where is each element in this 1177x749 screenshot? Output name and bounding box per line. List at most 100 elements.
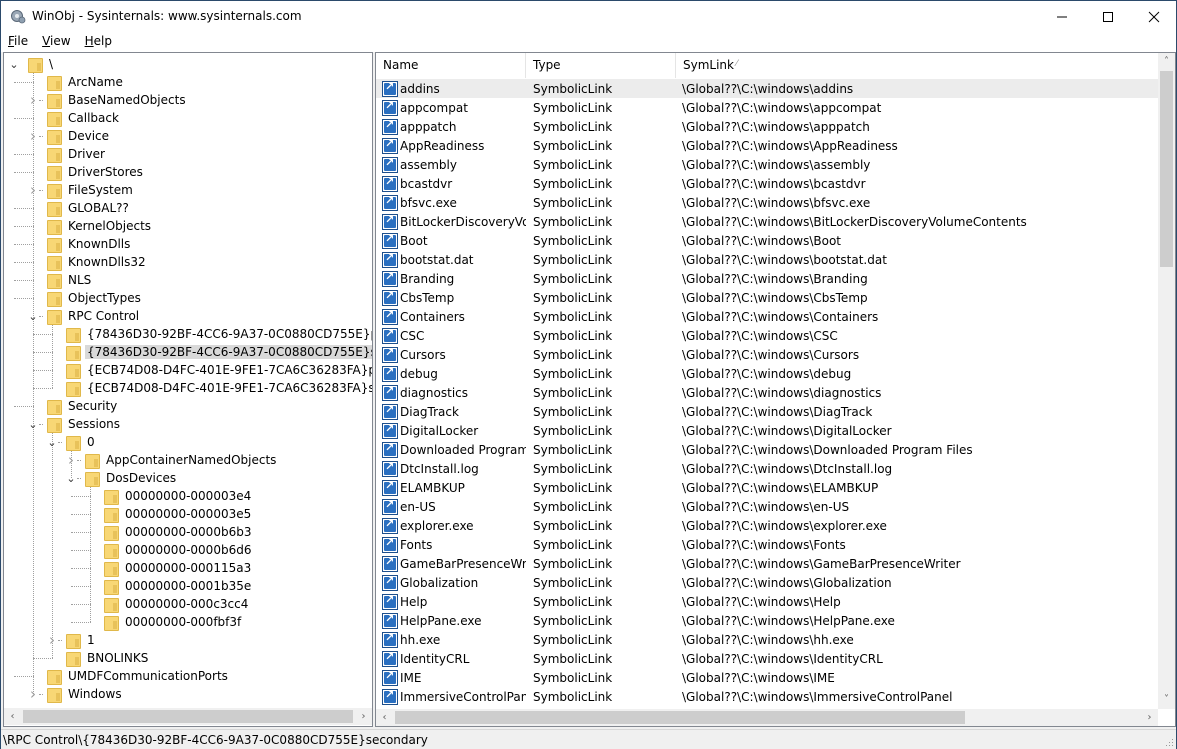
minimize-button[interactable] bbox=[1039, 1, 1085, 32]
column-header-name[interactable]: Name bbox=[376, 53, 526, 78]
chevron-down-icon[interactable]: ⌄ bbox=[27, 415, 39, 433]
list-row[interactable]: Globalization SymbolicLink \Global??\C:\wi… bbox=[376, 573, 1158, 592]
chevron-right-icon[interactable]: › bbox=[46, 631, 58, 649]
tree-node[interactable]: GLOBAL?? bbox=[27, 199, 131, 217]
chevron-down-icon[interactable]: ⌄ bbox=[65, 469, 77, 487]
chevron-right-icon[interactable]: › bbox=[27, 685, 39, 703]
list-row[interactable]: CbsTemp SymbolicLink \Global??\C:\windows\… bbox=[376, 288, 1158, 307]
list-horizontal-scrollbar[interactable]: ‹ › bbox=[376, 709, 1158, 726]
tree-node[interactable]: ArcName bbox=[27, 73, 125, 91]
tree-node[interactable]: {ECB74D08-D4FC-401E-9FE1-7CA6C36283FA}pr… bbox=[46, 361, 372, 379]
scroll-right-arrow-icon[interactable]: › bbox=[1141, 709, 1158, 726]
list-row[interactable]: Containers SymbolicLink \Global??\C:\windo… bbox=[376, 307, 1158, 326]
tree-node[interactable]: 00000000-0000b6b3 bbox=[84, 523, 253, 541]
menu-file[interactable]: File bbox=[1, 32, 35, 52]
tree-node[interactable]: {78436D30-92BF-4CC6-9A37-0C0880CD755E}pr… bbox=[46, 325, 372, 343]
list-row[interactable]: addins SymbolicLink \Global??\C:\windows\a… bbox=[376, 79, 1158, 98]
scroll-down-arrow-icon[interactable]: ˅ bbox=[1158, 691, 1175, 708]
tree-node[interactable]: › 1 bbox=[46, 631, 97, 649]
tree-node[interactable]: ⌄ DosDevices bbox=[65, 469, 178, 487]
list-row[interactable]: ELAMBKUP SymbolicLink \Global??\C:\windows… bbox=[376, 478, 1158, 497]
list-row[interactable]: Branding SymbolicLink \Global??\C:\windows… bbox=[376, 269, 1158, 288]
list-row[interactable]: ImmersiveControlPanel SymbolicLink \Global… bbox=[376, 687, 1158, 706]
tree-node[interactable]: Callback bbox=[27, 109, 121, 127]
chevron-right-icon[interactable]: › bbox=[27, 91, 39, 109]
tree-node[interactable]: 00000000-000115a3 bbox=[84, 559, 253, 577]
tree-node[interactable]: Security bbox=[27, 397, 119, 415]
chevron-down-icon[interactable]: ⌄ bbox=[8, 55, 20, 73]
tree-node[interactable]: › BaseNamedObjects bbox=[27, 91, 188, 109]
column-header-symlink[interactable]: SymLink ⁄ bbox=[676, 53, 1158, 78]
tree-node[interactable]: ⌄ \ bbox=[8, 55, 55, 73]
tree-node[interactable]: BNOLINKS bbox=[46, 649, 150, 667]
tree-node[interactable]: 00000000-0001b35e bbox=[84, 577, 253, 595]
tree-node[interactable]: 00000000-000003e5 bbox=[84, 505, 253, 523]
tree-node[interactable]: KernelObjects bbox=[27, 217, 153, 235]
tree-node[interactable]: 00000000-000003e4 bbox=[84, 487, 253, 505]
resize-grip-icon[interactable] bbox=[1164, 737, 1174, 747]
chevron-right-icon[interactable]: › bbox=[65, 451, 77, 469]
list-row[interactable]: explorer.exe SymbolicLink \Global??\C:\win… bbox=[376, 516, 1158, 535]
scroll-up-arrow-icon[interactable]: ˄ bbox=[1158, 53, 1175, 70]
menu-help[interactable]: Help bbox=[78, 32, 119, 52]
tree-node[interactable]: › FileSystem bbox=[27, 181, 135, 199]
list-row[interactable]: AppReadiness SymbolicLink \Global??\C:\win… bbox=[376, 136, 1158, 155]
list-row[interactable]: appcompat SymbolicLink \Global??\C:\window… bbox=[376, 98, 1158, 117]
list-vertical-scrollbar[interactable]: ˄ ˅ bbox=[1158, 53, 1175, 709]
list-row[interactable]: CSC SymbolicLink \Global??\C:\windows\CSC bbox=[376, 326, 1158, 345]
list-row[interactable]: Downloaded Program... SymbolicLink \Global… bbox=[376, 440, 1158, 459]
tree-node[interactable]: › AppContainerNamedObjects bbox=[65, 451, 278, 469]
scroll-left-arrow-icon[interactable]: ‹ bbox=[376, 709, 393, 726]
tree-node[interactable]: ⌄ Sessions bbox=[27, 415, 122, 433]
tree-node[interactable]: KnownDlls bbox=[27, 235, 132, 253]
chevron-right-icon[interactable]: › bbox=[27, 127, 39, 145]
list-row[interactable]: Fonts SymbolicLink \Global??\C:\windows\Fo… bbox=[376, 535, 1158, 554]
chevron-down-icon[interactable]: ⌄ bbox=[27, 307, 39, 325]
scroll-right-arrow-icon[interactable]: › bbox=[355, 708, 372, 725]
list-row[interactable]: IME SymbolicLink \Global??\C:\windows\IME bbox=[376, 668, 1158, 687]
tree-node[interactable]: › Device bbox=[27, 127, 111, 145]
tree-node[interactable]: {78436D30-92BF-4CC6-9A37-0C0880CD755E}se… bbox=[46, 343, 372, 361]
tree-node[interactable]: {ECB74D08-D4FC-401E-9FE1-7CA6C36283FA}se… bbox=[46, 379, 372, 397]
list-row[interactable]: bcastdvr SymbolicLink \Global??\C:\windows… bbox=[376, 174, 1158, 193]
tree-horizontal-scrollbar[interactable]: ‹ › bbox=[4, 708, 372, 725]
tree-node[interactable]: UMDFCommunicationPorts bbox=[27, 667, 230, 685]
tree-hscroll-thumb[interactable] bbox=[23, 710, 353, 723]
list-row[interactable]: apppatch SymbolicLink \Global??\C:\windows… bbox=[376, 117, 1158, 136]
tree-node[interactable]: Driver bbox=[27, 145, 107, 163]
tree-node[interactable]: KnownDlls32 bbox=[27, 253, 148, 271]
tree-node[interactable]: ObjectTypes bbox=[27, 289, 143, 307]
list-vscroll-thumb[interactable] bbox=[1160, 71, 1173, 267]
list-row[interactable]: bfsvc.exe SymbolicLink \Global??\C:\window… bbox=[376, 193, 1158, 212]
object-list[interactable]: addins SymbolicLink \Global??\C:\windows\a… bbox=[376, 78, 1158, 710]
menu-view[interactable]: View bbox=[35, 32, 77, 52]
column-header-type[interactable]: Type bbox=[526, 53, 676, 78]
tree-node[interactable]: NLS bbox=[27, 271, 93, 289]
list-row[interactable]: hh.exe SymbolicLink \Global??\C:\windows\h… bbox=[376, 630, 1158, 649]
list-row[interactable]: Boot SymbolicLink \Global??\C:\windows\Boo… bbox=[376, 231, 1158, 250]
list-row[interactable]: BitLockerDiscoveryVol... SymbolicLink \Glo… bbox=[376, 212, 1158, 231]
list-row[interactable]: assembly SymbolicLink \Global??\C:\windows… bbox=[376, 155, 1158, 174]
list-row[interactable]: IdentityCRL SymbolicLink \Global??\C:\wind… bbox=[376, 649, 1158, 668]
list-row[interactable]: GameBarPresenceWrit... SymbolicLink \Globa… bbox=[376, 554, 1158, 573]
scroll-left-arrow-icon[interactable]: ‹ bbox=[4, 708, 21, 725]
tree-node[interactable]: › Windows bbox=[27, 685, 124, 703]
list-row[interactable]: DiagTrack SymbolicLink \Global??\C:\window… bbox=[376, 402, 1158, 421]
list-row[interactable]: en-US SymbolicLink \Global??\C:\windows\en… bbox=[376, 497, 1158, 516]
namespace-tree[interactable]: ⌄ \ ArcName › BaseNamedObjects Callback › Devic… bbox=[4, 53, 372, 708]
tree-node[interactable]: 00000000-000fbf3f bbox=[84, 613, 243, 631]
tree-node[interactable]: 00000000-000c3cc4 bbox=[84, 595, 250, 613]
list-row[interactable]: debug SymbolicLink \Global??\C:\windows\de… bbox=[376, 364, 1158, 383]
tree-node[interactable]: ⌄ 0 bbox=[46, 433, 97, 451]
list-hscroll-thumb[interactable] bbox=[395, 711, 965, 724]
list-row[interactable]: Help SymbolicLink \Global??\C:\windows\Hel… bbox=[376, 592, 1158, 611]
tree-node[interactable]: 00000000-0000b6d6 bbox=[84, 541, 253, 559]
list-row[interactable]: DtcInstall.log SymbolicLink \Global??\C:\w… bbox=[376, 459, 1158, 478]
tree-node[interactable]: ⌄ RPC Control bbox=[27, 307, 141, 325]
list-row[interactable]: DigitalLocker SymbolicLink \Global??\C:\wi… bbox=[376, 421, 1158, 440]
list-row[interactable]: bootstat.dat SymbolicLink \Global??\C:\win… bbox=[376, 250, 1158, 269]
maximize-button[interactable] bbox=[1085, 1, 1131, 32]
list-row[interactable]: diagnostics SymbolicLink \Global??\C:\wind… bbox=[376, 383, 1158, 402]
chevron-right-icon[interactable]: › bbox=[27, 181, 39, 199]
tree-node[interactable]: DriverStores bbox=[27, 163, 145, 181]
